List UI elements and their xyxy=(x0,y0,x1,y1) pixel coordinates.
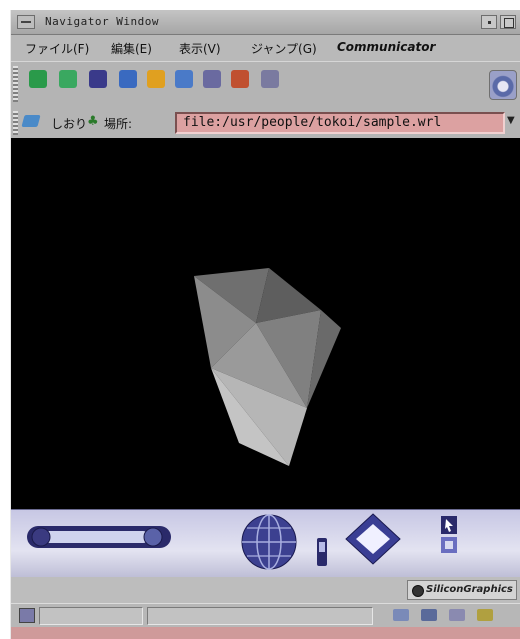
composer-component-icon[interactable] xyxy=(477,609,493,621)
title-bar: Navigator Window xyxy=(11,10,520,35)
bookmarks-label[interactable]: しおり xyxy=(51,115,87,132)
forward-icon[interactable] xyxy=(59,70,77,88)
menu-edit[interactable]: 編集(E) xyxy=(111,40,152,57)
status-area: SiliconGraphics xyxy=(11,577,520,603)
security-lock-icon[interactable] xyxy=(19,608,35,623)
minimize-button[interactable] xyxy=(481,15,497,29)
bottom-strip xyxy=(11,627,520,639)
navigator-component-icon[interactable] xyxy=(393,609,409,621)
url-input[interactable]: file:/usr/people/tokoi/sample.wrl xyxy=(175,112,505,134)
location-bar: しおり ♣ 場所: file:/usr/people/tokoi/sample.… xyxy=(11,108,520,138)
location-grip[interactable] xyxy=(13,111,18,135)
menu-communicator[interactable]: Communicator xyxy=(337,40,435,54)
examine-globe-icon[interactable] xyxy=(241,514,297,570)
security-icon[interactable] xyxy=(231,70,249,88)
status-bar xyxy=(11,603,520,628)
location-label: 場所: xyxy=(104,117,133,131)
silicongraphics-logo: SiliconGraphics xyxy=(407,580,517,600)
window-menu-button[interactable] xyxy=(17,15,35,29)
walk-slider-icon[interactable] xyxy=(27,526,171,548)
select-pointer-icon[interactable] xyxy=(441,516,457,553)
navigator-window: Navigator Window ファイル(F) 編集(E) 表示(V) ジャン… xyxy=(10,10,520,639)
zoom-icon[interactable] xyxy=(317,538,327,566)
mail-component-icon[interactable] xyxy=(421,609,437,621)
menu-go[interactable]: ジャンプ(G) xyxy=(251,40,317,57)
menu-file[interactable]: ファイル(F) xyxy=(25,40,89,57)
netscape-throbber-icon[interactable] xyxy=(489,70,517,100)
status-message-field xyxy=(147,607,373,625)
netscape-icon[interactable] xyxy=(175,70,193,88)
url-dropdown-icon[interactable]: ▼ xyxy=(507,115,515,126)
navigation-toolbar xyxy=(11,61,520,109)
pan-diamond-icon[interactable] xyxy=(345,513,401,565)
menu-view[interactable]: 表示(V) xyxy=(179,40,221,57)
cosmo-dashboard xyxy=(11,509,520,578)
vrml-scene xyxy=(194,268,341,466)
vrml-viewport[interactable] xyxy=(11,138,520,509)
toolbar-grip[interactable] xyxy=(13,66,18,102)
discussion-component-icon[interactable] xyxy=(449,609,465,621)
home-icon[interactable] xyxy=(119,70,137,88)
location-icon: ♣ xyxy=(87,114,99,129)
stop-icon[interactable] xyxy=(261,70,279,88)
window-title: Navigator Window xyxy=(45,15,159,28)
reload-icon[interactable] xyxy=(89,70,107,88)
print-icon[interactable] xyxy=(203,70,221,88)
back-icon[interactable] xyxy=(29,70,47,88)
bookmarks-icon[interactable] xyxy=(21,115,41,127)
menu-bar: ファイル(F) 編集(E) 表示(V) ジャンプ(G) Communicator xyxy=(11,35,520,61)
search-icon[interactable] xyxy=(147,70,165,88)
maximize-button[interactable] xyxy=(500,15,516,29)
progress-field xyxy=(39,607,143,625)
